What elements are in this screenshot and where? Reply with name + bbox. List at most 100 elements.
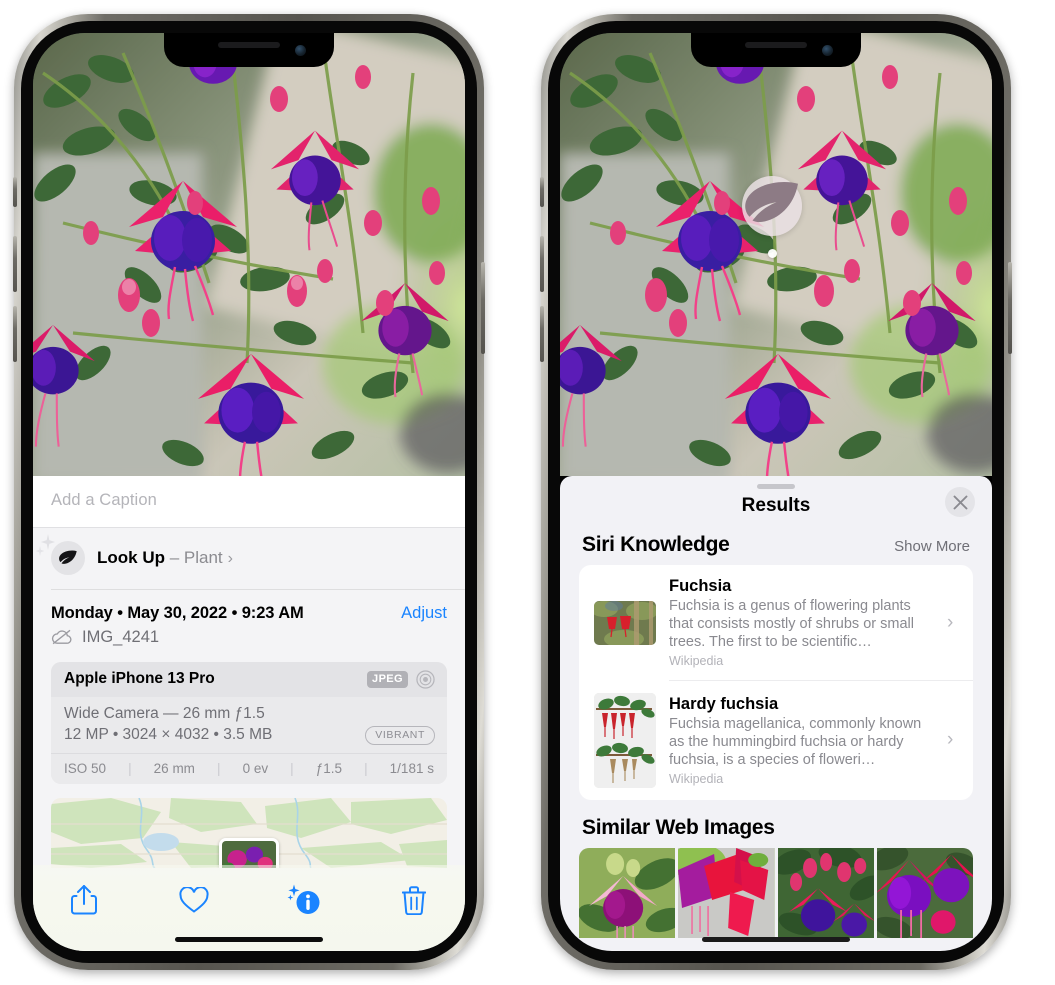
home-indicator-right[interactable] bbox=[702, 937, 850, 942]
camera-device-name: Apple iPhone 13 Pro bbox=[64, 670, 215, 687]
heart-icon bbox=[179, 886, 209, 913]
silent-switch-left[interactable] bbox=[13, 177, 17, 207]
volume-up-button-right[interactable] bbox=[540, 236, 544, 292]
front-camera-icon bbox=[295, 45, 306, 56]
similar-web-images-title: Similar Web Images bbox=[582, 815, 775, 839]
knowledge-thumbnail bbox=[594, 600, 656, 645]
side-power-button-left[interactable] bbox=[481, 262, 485, 354]
knowledge-text: Hardy fuchsia Fuchsia magellanica, commo… bbox=[669, 695, 934, 786]
exif-separator: | bbox=[128, 760, 132, 776]
exif-stats-row: ISO 50 | 26 mm | 0 ev | ƒ1.5 | 1/181 s bbox=[51, 752, 447, 784]
trash-icon bbox=[402, 885, 426, 915]
similar-web-images-grid bbox=[560, 847, 992, 938]
photo-viewer-right[interactable] bbox=[560, 33, 992, 476]
knowledge-description: Fuchsia magellanica, commonly known as t… bbox=[669, 715, 922, 768]
volume-down-button-left[interactable] bbox=[13, 306, 17, 362]
info-button[interactable] bbox=[281, 879, 327, 921]
visual-look-up-bubble[interactable] bbox=[742, 176, 802, 236]
exif-body: Wide Camera — 26 mm ƒ1.5 12 MP • 3024 × … bbox=[51, 696, 447, 753]
similar-web-images-header: Similar Web Images bbox=[560, 800, 992, 848]
knowledge-item-fuchsia[interactable]: Fuchsia Fuchsia is a genus of flowering … bbox=[579, 565, 973, 680]
visual-look-up-dot bbox=[767, 249, 777, 258]
file-size-info: 12 MP • 3024 × 4032 • 3.5 MB bbox=[64, 726, 273, 743]
photo-info-sheet: Add a Caption Look Up – Plant › Monday •… bbox=[33, 476, 465, 951]
chevron-right-icon: › bbox=[227, 550, 233, 567]
map-photo-pin[interactable] bbox=[219, 837, 279, 868]
look-up-title: Look Up bbox=[97, 548, 165, 567]
web-image-thumbnail[interactable] bbox=[777, 847, 874, 938]
web-image-thumbnail[interactable] bbox=[876, 847, 973, 938]
chevron-right-icon: › bbox=[947, 729, 954, 750]
photo-date: Monday • May 30, 2022 • 9:23 AM bbox=[51, 603, 304, 622]
knowledge-title: Hardy fuchsia bbox=[669, 694, 779, 713]
look-up-row[interactable]: Look Up – Plant › bbox=[33, 528, 465, 589]
exif-stat-shutter: 1/181 s bbox=[389, 760, 434, 776]
siri-knowledge-header: Siri Knowledge Show More bbox=[560, 533, 992, 565]
knowledge-source: Wikipedia bbox=[669, 771, 724, 786]
aperture-icon bbox=[416, 669, 435, 689]
earpiece-speaker bbox=[745, 42, 807, 48]
share-icon bbox=[71, 885, 97, 915]
iphone-device-left: Add a Caption Look Up – Plant › Monday •… bbox=[13, 14, 485, 970]
knowledge-description: Fuchsia is a genus of flowering plants t… bbox=[669, 598, 914, 650]
photographic-style-badge: VIBRANT bbox=[365, 725, 435, 745]
exif-stat-ev: 0 ev bbox=[242, 760, 269, 776]
photo-viewer-left[interactable] bbox=[33, 33, 465, 476]
leaf-icon bbox=[745, 182, 798, 223]
web-image-thumbnail[interactable] bbox=[579, 847, 676, 938]
screen-left: Add a Caption Look Up – Plant › Monday •… bbox=[33, 33, 465, 951]
look-up-badge bbox=[35, 534, 85, 575]
web-image-thumbnail[interactable] bbox=[678, 847, 775, 938]
iphone-device-right: Results Siri Knowledge Show More Fuchsia… bbox=[540, 14, 1012, 970]
exif-card[interactable]: Apple iPhone 13 Pro JPEG Wide Camera — 2… bbox=[51, 661, 447, 784]
siri-knowledge-card: Fuchsia Fuchsia is a genus of flowering … bbox=[579, 565, 973, 800]
knowledge-item-hardy-fuchsia[interactable]: Hardy fuchsia Fuchsia magellanica, commo… bbox=[579, 681, 973, 800]
visual-look-up-marker[interactable] bbox=[742, 176, 802, 258]
photo-metadata: Monday • May 30, 2022 • 9:23 AM Adjust I… bbox=[33, 590, 465, 651]
results-title: Results bbox=[741, 495, 811, 516]
screenshot-stage: Add a Caption Look Up – Plant › Monday •… bbox=[0, 0, 1055, 985]
exif-stat-iso: ISO 50 bbox=[64, 760, 107, 776]
results-sheet: Results Siri Knowledge Show More Fuchsia… bbox=[560, 476, 992, 951]
exif-separator: | bbox=[364, 760, 368, 776]
chevron-right-icon: › bbox=[947, 611, 954, 633]
delete-button[interactable] bbox=[391, 879, 437, 921]
share-button[interactable] bbox=[61, 879, 107, 921]
icloud-slash-icon bbox=[51, 629, 72, 645]
info-sparkle-icon bbox=[287, 884, 320, 914]
favorite-button[interactable] bbox=[171, 879, 217, 921]
knowledge-source: Wikipedia bbox=[669, 654, 724, 668]
close-button[interactable] bbox=[945, 487, 975, 517]
leaf-icon bbox=[59, 550, 77, 564]
look-up-label: Look Up – Plant › bbox=[97, 548, 233, 568]
knowledge-thumbnail bbox=[594, 692, 656, 788]
knowledge-text: Fuchsia Fuchsia is a genus of flowering … bbox=[669, 577, 934, 668]
volume-down-button-right[interactable] bbox=[540, 306, 544, 362]
front-camera-icon bbox=[822, 45, 833, 56]
exif-separator: | bbox=[290, 760, 294, 776]
home-indicator-left[interactable] bbox=[175, 937, 323, 942]
lens-info: Wide Camera — 26 mm ƒ1.5 bbox=[64, 704, 265, 722]
format-badge: JPEG bbox=[367, 670, 408, 688]
screen-right: Results Siri Knowledge Show More Fuchsia… bbox=[560, 33, 992, 951]
location-map[interactable] bbox=[51, 797, 447, 868]
look-up-dash: – bbox=[165, 548, 184, 567]
knowledge-title: Fuchsia bbox=[669, 577, 732, 595]
adjust-button[interactable]: Adjust bbox=[401, 604, 447, 623]
show-more-button[interactable]: Show More bbox=[894, 538, 970, 555]
results-header: Results bbox=[560, 487, 992, 533]
photo-filename: IMG_4241 bbox=[82, 627, 160, 646]
caption-input[interactable]: Add a Caption bbox=[51, 491, 447, 510]
exif-stat-focal: 26 mm bbox=[153, 760, 195, 776]
notch-left bbox=[164, 33, 334, 67]
look-up-subject: Plant bbox=[183, 548, 223, 567]
siri-knowledge-title: Siri Knowledge bbox=[582, 533, 730, 556]
exif-separator: | bbox=[217, 760, 221, 776]
silent-switch-right[interactable] bbox=[540, 177, 544, 207]
volume-up-button-left[interactable] bbox=[13, 236, 17, 292]
side-power-button-right[interactable] bbox=[1008, 262, 1012, 354]
notch-right bbox=[691, 33, 861, 67]
exif-stat-aperture: ƒ1.5 bbox=[315, 760, 343, 776]
earpiece-speaker bbox=[218, 42, 280, 48]
caption-row[interactable]: Add a Caption bbox=[33, 476, 465, 528]
